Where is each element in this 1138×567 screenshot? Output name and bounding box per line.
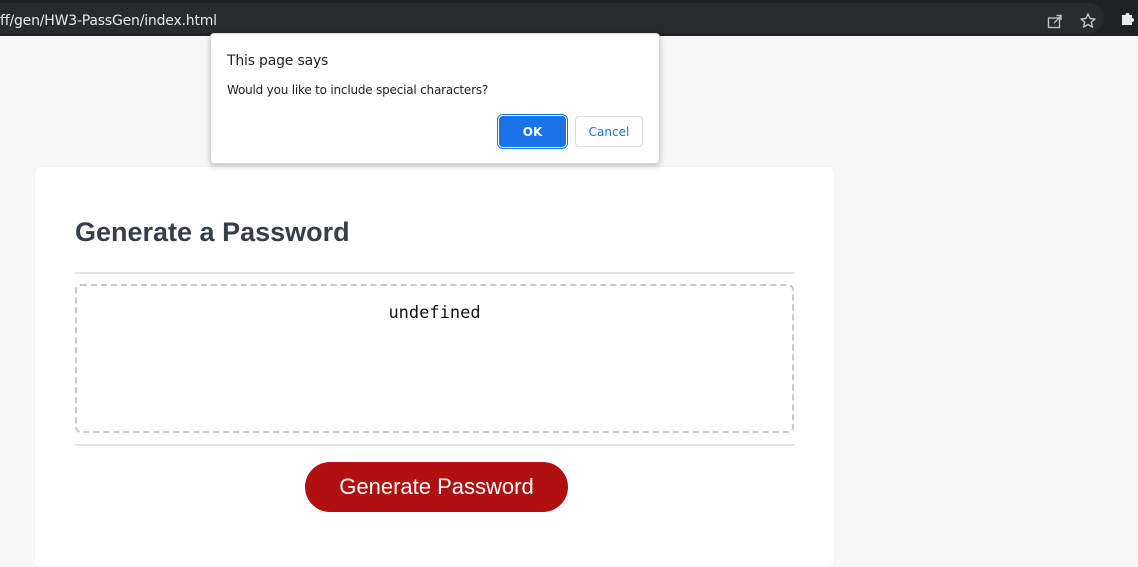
dialog-title: This page says: [227, 53, 329, 69]
confirm-dialog: This page says Would you like to include…: [210, 33, 660, 164]
password-text: undefined: [388, 303, 481, 323]
address-bar-url[interactable]: ff/gen/HW3-PassGen/index.html: [0, 13, 217, 29]
dialog-message: Would you like to include special charac…: [227, 83, 489, 97]
puzzle-icon[interactable]: [1119, 9, 1137, 27]
divider-bottom: [75, 444, 795, 446]
cancel-button[interactable]: Cancel: [575, 116, 643, 147]
password-output[interactable]: undefined: [75, 284, 794, 433]
browser-toolbar: ff/gen/HW3-PassGen/index.html: [0, 0, 1138, 36]
address-bar[interactable]: ff/gen/HW3-PassGen/index.html: [0, 3, 1104, 33]
star-icon[interactable]: [1079, 12, 1097, 30]
share-icon[interactable]: [1046, 12, 1064, 30]
password-card: Generate a Password undefined Generate P…: [35, 167, 834, 567]
ok-button[interactable]: OK: [499, 116, 566, 147]
divider-top: [75, 272, 795, 274]
generate-password-button[interactable]: Generate Password: [305, 462, 568, 512]
page-title: Generate a Password: [75, 217, 350, 247]
